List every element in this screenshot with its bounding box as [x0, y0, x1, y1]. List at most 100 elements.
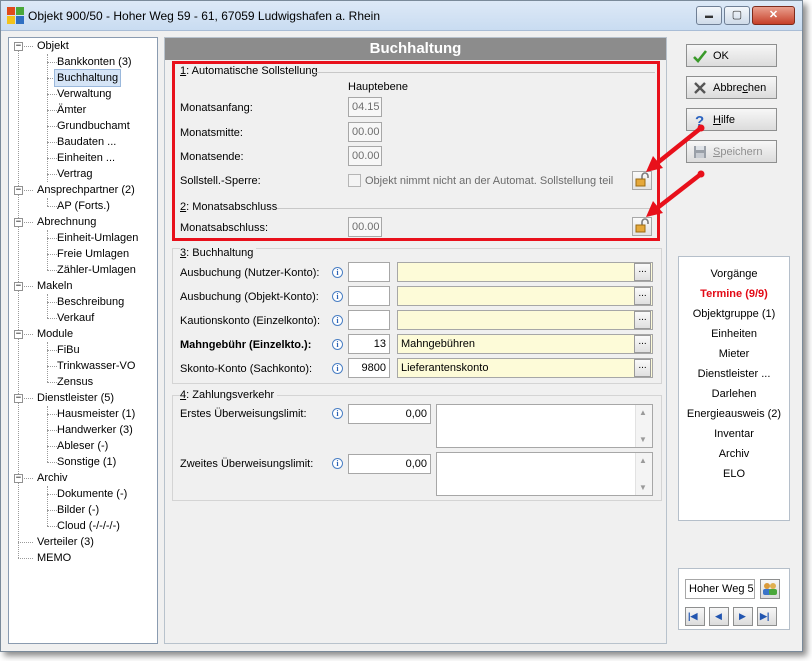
nav-item-einheiten[interactable]: Einheiten — [679, 327, 789, 341]
minimize-button[interactable]: ▬ — [696, 6, 722, 25]
tree-item-memo[interactable]: MEMO — [37, 550, 71, 566]
tree-item-bankkonten[interactable]: Bankkonten (3) — [57, 54, 132, 70]
tree-item-dokumente[interactable]: Dokumente (-) — [57, 486, 127, 502]
tree-item-sonstige[interactable]: Sonstige (1) — [57, 454, 116, 470]
tree-expander-ansprechpartner[interactable]: − — [14, 186, 23, 195]
ok-button[interactable]: OK — [686, 44, 777, 67]
tree-item-hausmeister[interactable]: Hausmeister (1) — [57, 406, 135, 422]
nav-item-vorgaenge[interactable]: Vorgänge — [679, 267, 789, 281]
info-icon[interactable]: i — [332, 291, 343, 302]
tree-item-handwerker[interactable]: Handwerker (3) — [57, 422, 133, 438]
nav-item-mieter[interactable]: Mieter — [679, 347, 789, 361]
nav-item-darlehen[interactable]: Darlehen — [679, 387, 789, 401]
ausbuchung-nutzer-number[interactable] — [348, 262, 390, 282]
nav-item-energieausweis[interactable]: Energieausweis (2) — [679, 407, 789, 421]
ausbuchung-nutzer-lookup-button[interactable]: ... — [634, 263, 651, 281]
ausbuchung-objekt-number[interactable] — [348, 286, 390, 306]
maximize-button[interactable]: ▢ — [724, 6, 750, 25]
tree-expander-dienstleister[interactable]: − — [14, 394, 23, 403]
tree-item-archiv[interactable]: Archiv — [37, 470, 68, 486]
title-bar[interactable]: Objekt 900/50 - Hoher Weg 59 - 61, 67059… — [1, 1, 802, 31]
cancel-button[interactable]: Abbrechen — [686, 76, 777, 99]
tree-item-ap-forts[interactable]: AP (Forts.) — [57, 198, 110, 214]
tree-item-dienstleister[interactable]: Dienstleister (5) — [37, 390, 114, 406]
ausbuchung-nutzer-text[interactable] — [397, 262, 653, 282]
info-icon[interactable]: i — [332, 339, 343, 350]
scroll-down-icon[interactable]: ▼ — [639, 483, 647, 492]
scrollbar[interactable]: ▲ ▼ — [635, 453, 652, 495]
tree-connector — [47, 270, 57, 271]
close-button[interactable]: ✕ — [752, 6, 795, 25]
tree-item-ableser[interactable]: Ableser (-) — [57, 438, 108, 454]
tree-expander-makeln[interactable]: − — [14, 282, 23, 291]
skonto-konto-lookup-button[interactable]: ... — [634, 359, 651, 377]
tree-item-einheiten[interactable]: Einheiten ... — [57, 150, 115, 166]
skonto-konto-number[interactable]: 9800 — [348, 358, 390, 378]
erstes-limit-notes[interactable]: ▲ ▼ — [436, 404, 653, 448]
next-record-button[interactable]: ▶ — [733, 607, 753, 626]
tree-item-bilder[interactable]: Bilder (-) — [57, 502, 99, 518]
nav-item-objektgruppe[interactable]: Objektgruppe (1) — [679, 307, 789, 321]
tree-item-freie-umlagen[interactable]: Freie Umlagen — [57, 246, 129, 262]
scroll-up-icon[interactable]: ▲ — [639, 408, 647, 417]
nav-item-archiv[interactable]: Archiv — [679, 447, 789, 461]
tree-item-abrechnung[interactable]: Abrechnung — [37, 214, 96, 230]
prev-record-button[interactable]: ◀ — [709, 607, 729, 626]
tree-item-verwaltung[interactable]: Verwaltung — [57, 86, 111, 102]
tree-item-zaehler-umlagen[interactable]: Zähler-Umlagen — [57, 262, 136, 278]
erstes-limit-field[interactable]: 0,00 — [348, 404, 431, 424]
tree-item-vertrag[interactable]: Vertrag — [57, 166, 92, 182]
info-icon[interactable]: i — [332, 315, 343, 326]
tree-item-objekt[interactable]: Objekt — [37, 38, 69, 54]
record-search-field[interactable]: Hoher Weg 5 — [685, 579, 755, 599]
tree-item-ansprechpartner[interactable]: Ansprechpartner (2) — [37, 182, 135, 198]
mahngebuehr-text[interactable]: Mahngebühren — [397, 334, 653, 354]
tree-item-grundbuchamt[interactable]: Grundbuchamt — [57, 118, 130, 134]
mahngebuehr-number[interactable]: 13 — [348, 334, 390, 354]
kautionskonto-lookup-button[interactable]: ... — [634, 311, 651, 329]
nav-item-elo[interactable]: ELO — [679, 467, 789, 481]
info-icon[interactable]: i — [332, 408, 343, 419]
navigation-tree[interactable]: − − − − − − − Objekt Bankkonten (3) Buch… — [8, 37, 158, 644]
first-record-button[interactable]: |◀ — [685, 607, 705, 626]
info-icon[interactable]: i — [332, 458, 343, 469]
tree-expander-abrechnung[interactable]: − — [14, 218, 23, 227]
tree-connector — [18, 542, 33, 543]
nav-item-dienstleister[interactable]: Dienstleister ... — [679, 367, 789, 381]
tree-item-beschreibung[interactable]: Beschreibung — [57, 294, 124, 310]
ausbuchung-objekt-text[interactable] — [397, 286, 653, 306]
info-icon[interactable]: i — [332, 267, 343, 278]
tree-expander-archiv[interactable]: − — [14, 474, 23, 483]
tree-item-aemter[interactable]: Ämter — [57, 102, 86, 118]
info-icon[interactable]: i — [332, 363, 343, 374]
tree-expander-module[interactable]: − — [14, 330, 23, 339]
tree-item-verkauf[interactable]: Verkauf — [57, 310, 94, 326]
mahngebuehr-lookup-button[interactable]: ... — [634, 335, 651, 353]
tree-item-zensus[interactable]: Zensus — [57, 374, 93, 390]
tree-expander-objekt[interactable]: − — [14, 42, 23, 51]
tree-item-cloud[interactable]: Cloud (-/-/-/-) — [57, 518, 120, 534]
tree-item-fibu[interactable]: FiBu — [57, 342, 80, 358]
tree-item-verteiler[interactable]: Verteiler (3) — [37, 534, 94, 550]
zweites-limit-notes[interactable]: ▲ ▼ — [436, 452, 653, 496]
scrollbar[interactable]: ▲ ▼ — [635, 405, 652, 447]
tree-item-makeln[interactable]: Makeln — [37, 278, 72, 294]
tree-item-buchhaltung[interactable]: Buchhaltung — [53, 69, 122, 87]
tree-item-baudaten[interactable]: Baudaten ... — [57, 134, 116, 150]
help-button[interactable]: ? Hilfe — [686, 108, 777, 131]
last-record-button[interactable]: ▶| — [757, 607, 777, 626]
nav-item-inventar[interactable]: Inventar — [679, 427, 789, 441]
kautionskonto-text[interactable] — [397, 310, 653, 330]
tree-item-module[interactable]: Module — [37, 326, 73, 342]
zweites-limit-field[interactable]: 0,00 — [348, 454, 431, 474]
skonto-konto-text[interactable]: Lieferantenskonto — [397, 358, 653, 378]
tree-item-trinkwasser[interactable]: Trinkwasser-VO — [57, 358, 135, 374]
scroll-up-icon[interactable]: ▲ — [639, 456, 647, 465]
scroll-down-icon[interactable]: ▼ — [639, 435, 647, 444]
kautionskonto-number[interactable] — [348, 310, 390, 330]
nav-item-termine[interactable]: Termine (9/9) — [679, 287, 789, 301]
save-button[interactable]: Speichern — [686, 140, 777, 163]
ausbuchung-objekt-lookup-button[interactable]: ... — [634, 287, 651, 305]
people-lookup-button[interactable] — [760, 579, 780, 599]
tree-item-einheit-umlagen[interactable]: Einheit-Umlagen — [57, 230, 138, 246]
